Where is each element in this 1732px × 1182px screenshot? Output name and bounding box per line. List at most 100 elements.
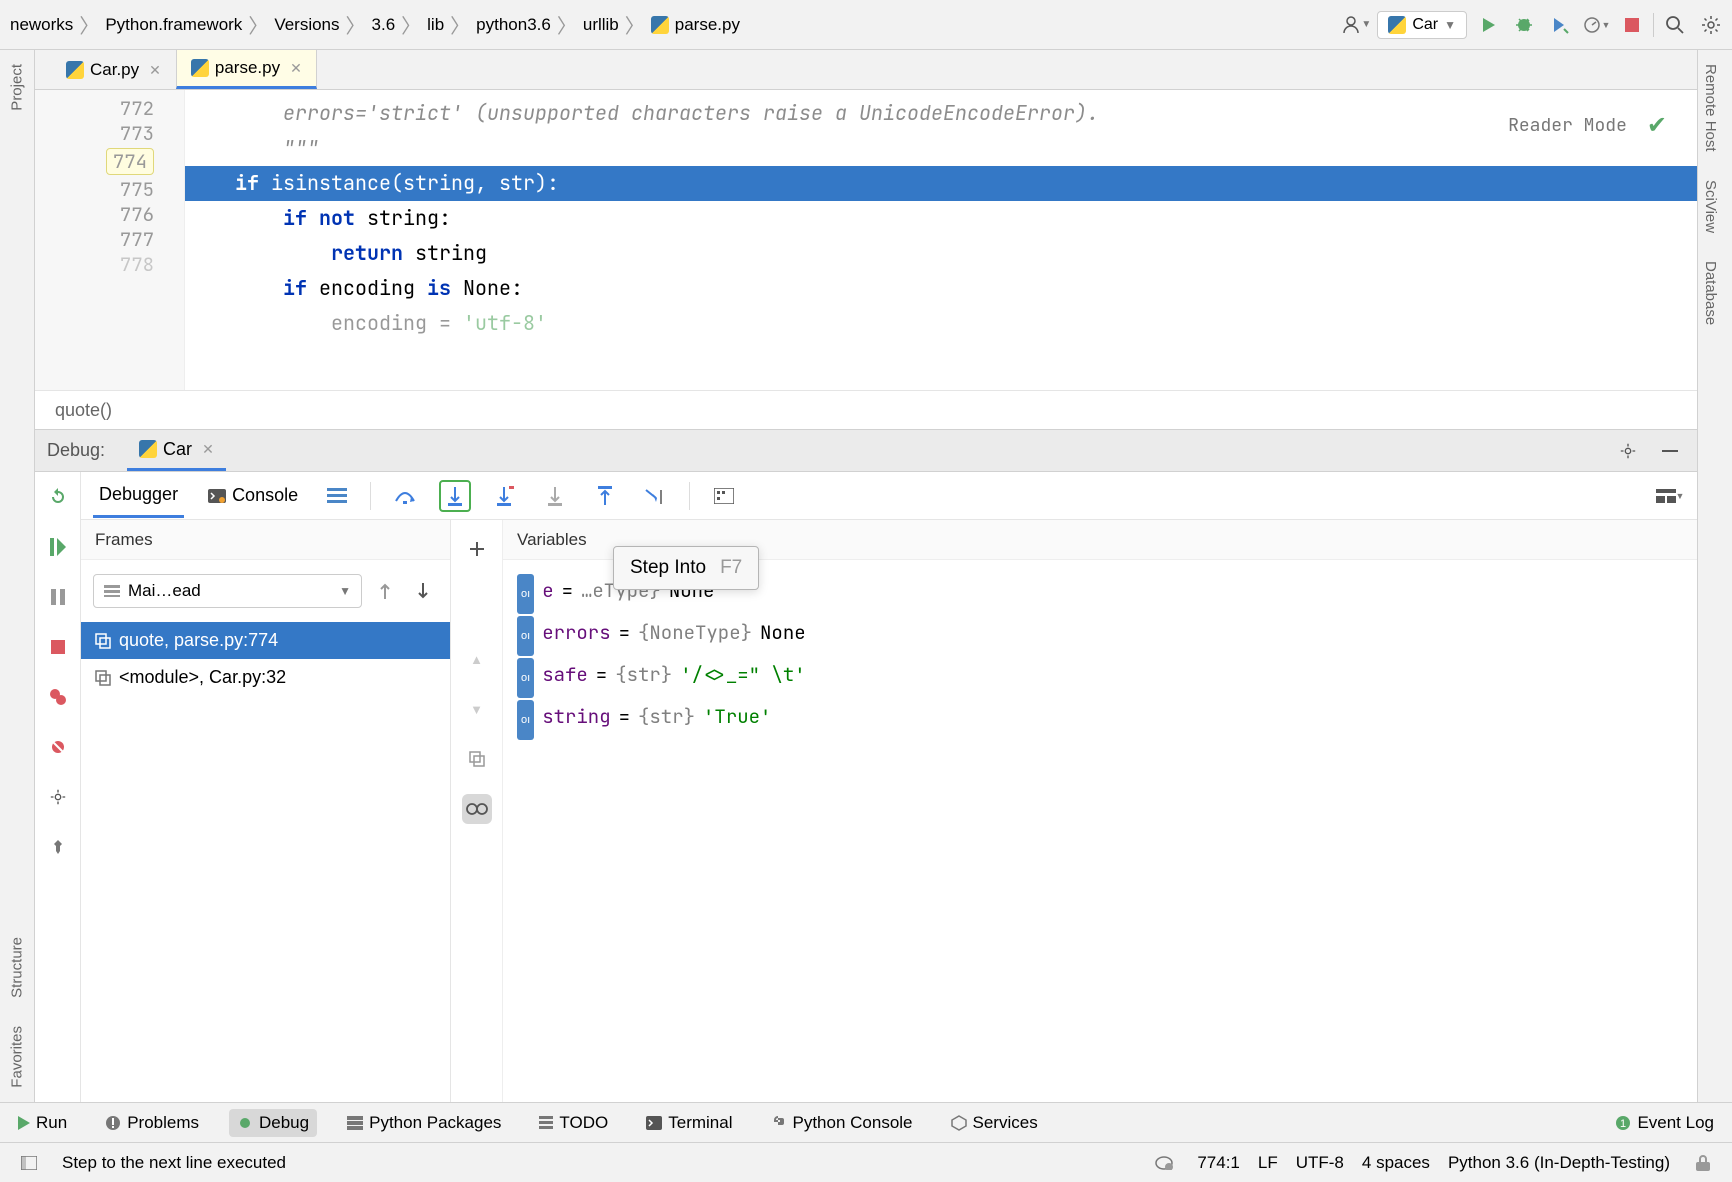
pause-button[interactable] <box>43 582 73 612</box>
editor-tab-parse[interactable]: parse.py ✕ <box>176 49 317 89</box>
variable-row[interactable]: oısafe = {str} '/<>_=" \t' <box>517 656 1683 698</box>
breadcrumb-item[interactable]: neworks <box>6 15 77 35</box>
python-console-tool-button[interactable]: Python Console <box>762 1109 920 1137</box>
services-tool-button[interactable]: Services <box>943 1109 1046 1137</box>
todo-tool-button[interactable]: TODO <box>531 1109 616 1137</box>
favorites-tool-button[interactable]: Favorites <box>0 1012 34 1102</box>
code-editor[interactable]: 772 773 774 775 776 777 778 errors='stri… <box>35 90 1697 390</box>
indent-info[interactable]: 4 spaces <box>1362 1153 1430 1173</box>
variable-row[interactable]: oıerrors = {NoneType} None <box>517 614 1683 656</box>
close-icon[interactable]: ✕ <box>202 441 214 458</box>
chevron-right-icon: 〉 <box>450 10 470 39</box>
breadcrumb-item[interactable]: Python.framework <box>101 15 246 35</box>
debug-tool-button[interactable]: Debug <box>229 1109 317 1137</box>
editor-tab-car[interactable]: Car.py ✕ <box>51 51 176 89</box>
settings-icon[interactable] <box>1613 436 1643 466</box>
resume-button[interactable] <box>43 532 73 562</box>
debug-session-tab[interactable]: Car ✕ <box>127 431 226 471</box>
tooltip-text: Step Into <box>630 557 706 579</box>
stack-frame[interactable]: <module>, Car.py:32 <box>81 659 450 696</box>
rerun-button[interactable] <box>43 482 73 512</box>
event-log-tool-button[interactable]: 1Event Log <box>1607 1109 1722 1137</box>
run-configuration-selector[interactable]: Car ▼ <box>1377 11 1467 39</box>
stop-button[interactable] <box>43 632 73 662</box>
breadcrumb-file-label: parse.py <box>675 15 740 35</box>
python-interpreter[interactable]: Python 3.6 (In-Depth-Testing) <box>1448 1153 1670 1173</box>
line-separator[interactable]: LF <box>1258 1153 1278 1173</box>
database-tool-button[interactable]: Database <box>1698 247 1723 339</box>
remote-host-tool-button[interactable]: Remote Host <box>1698 50 1723 166</box>
previous-frame-button[interactable] <box>370 576 400 606</box>
breadcrumbs[interactable]: neworks〉 Python.framework〉 Versions〉 3.6… <box>6 10 1341 39</box>
file-encoding[interactable]: UTF-8 <box>1296 1153 1344 1173</box>
breadcrumb-item[interactable]: urllib <box>579 15 623 35</box>
structure-tool-button[interactable]: Structure <box>0 923 34 1012</box>
frame-label: <module>, Car.py:32 <box>119 667 286 688</box>
breadcrumb-item[interactable]: parse.py <box>647 15 744 35</box>
python-packages-tool-button[interactable]: Python Packages <box>339 1109 509 1137</box>
close-icon[interactable]: ✕ <box>290 60 302 77</box>
mute-breakpoints-button[interactable] <box>43 732 73 762</box>
line-number: 776 <box>35 202 154 227</box>
step-out-button[interactable] <box>589 480 621 512</box>
caret-position[interactable]: 774:1 <box>1197 1153 1240 1173</box>
background-tasks-icon[interactable] <box>1149 1148 1179 1178</box>
debug-body: Debugger Console ▼ Frames <box>35 472 1697 1102</box>
code-area[interactable]: errors='strict' (unsupported characters … <box>185 90 1697 390</box>
coverage-button[interactable] <box>1545 10 1575 40</box>
stop-button[interactable] <box>1617 10 1647 40</box>
step-into-button[interactable] <box>439 480 471 512</box>
tool-windows-quick-access-icon[interactable] <box>14 1148 44 1178</box>
pin-icon[interactable] <box>43 832 73 862</box>
variable-badge-icon: oı <box>517 574 534 614</box>
new-watch-button[interactable] <box>462 534 492 564</box>
breadcrumb-context[interactable]: quote() <box>35 390 1697 430</box>
next-frame-button[interactable] <box>408 576 438 606</box>
minimize-icon[interactable] <box>1655 436 1685 466</box>
debug-button[interactable] <box>1509 10 1539 40</box>
run-to-cursor-button[interactable] <box>639 480 671 512</box>
chevron-down-icon: ▼ <box>339 584 351 598</box>
run-config-label: Car <box>1412 16 1438 34</box>
problems-tool-button[interactable]: Problems <box>97 1109 207 1137</box>
lock-icon[interactable] <box>1688 1148 1718 1178</box>
view-breakpoints-button[interactable] <box>43 682 73 712</box>
run-button[interactable] <box>1473 10 1503 40</box>
variable-badge-icon: oı <box>517 700 534 740</box>
run-tool-button[interactable]: Run <box>10 1109 75 1137</box>
threads-view-icon[interactable] <box>322 481 352 511</box>
breadcrumb-item[interactable]: lib <box>423 15 448 35</box>
show-watches-button[interactable] <box>462 794 492 824</box>
gutter[interactable]: 772 773 774 775 776 777 778 <box>35 90 185 390</box>
terminal-tool-button[interactable]: Terminal <box>638 1109 740 1137</box>
settings-icon[interactable] <box>1696 10 1726 40</box>
breadcrumb-item[interactable]: python3.6 <box>472 15 555 35</box>
step-into-my-code-button[interactable] <box>489 480 521 512</box>
project-tool-button[interactable]: Project <box>0 50 34 125</box>
down-icon[interactable]: ▼ <box>462 694 492 724</box>
debug-settings-icon[interactable] <box>43 782 73 812</box>
variable-row[interactable]: oıstring = {str} 'True' <box>517 698 1683 740</box>
user-dropdown-icon[interactable]: ▼ <box>1341 10 1371 40</box>
profile-button[interactable]: ▼ <box>1581 10 1611 40</box>
thread-dropdown[interactable]: Mai…ead ▼ <box>93 574 362 608</box>
step-over-button[interactable] <box>389 480 421 512</box>
breadcrumb-item[interactable]: 3.6 <box>368 15 400 35</box>
search-icon[interactable] <box>1660 10 1690 40</box>
breadcrumb-item[interactable]: Versions <box>270 15 343 35</box>
reader-mode-label[interactable]: Reader Mode <box>1508 108 1627 143</box>
python-file-icon <box>191 59 209 77</box>
checkmark-icon[interactable]: ✔ <box>1647 108 1667 143</box>
force-step-into-button[interactable] <box>539 480 571 512</box>
console-tab[interactable]: Console <box>202 475 304 516</box>
sciview-tool-button[interactable]: SciView <box>1698 166 1723 247</box>
evaluate-expression-button[interactable] <box>708 480 740 512</box>
stack-frame[interactable]: quote, parse.py:774 <box>81 622 450 659</box>
debugger-tab[interactable]: Debugger <box>93 474 184 518</box>
duplicate-watch-button[interactable] <box>462 744 492 774</box>
layout-settings-icon[interactable]: ▼ <box>1655 481 1685 511</box>
context-function-label: quote() <box>55 400 112 421</box>
close-icon[interactable]: ✕ <box>149 62 161 79</box>
up-icon[interactable]: ▲ <box>462 644 492 674</box>
code-line: """ <box>185 131 1697 166</box>
